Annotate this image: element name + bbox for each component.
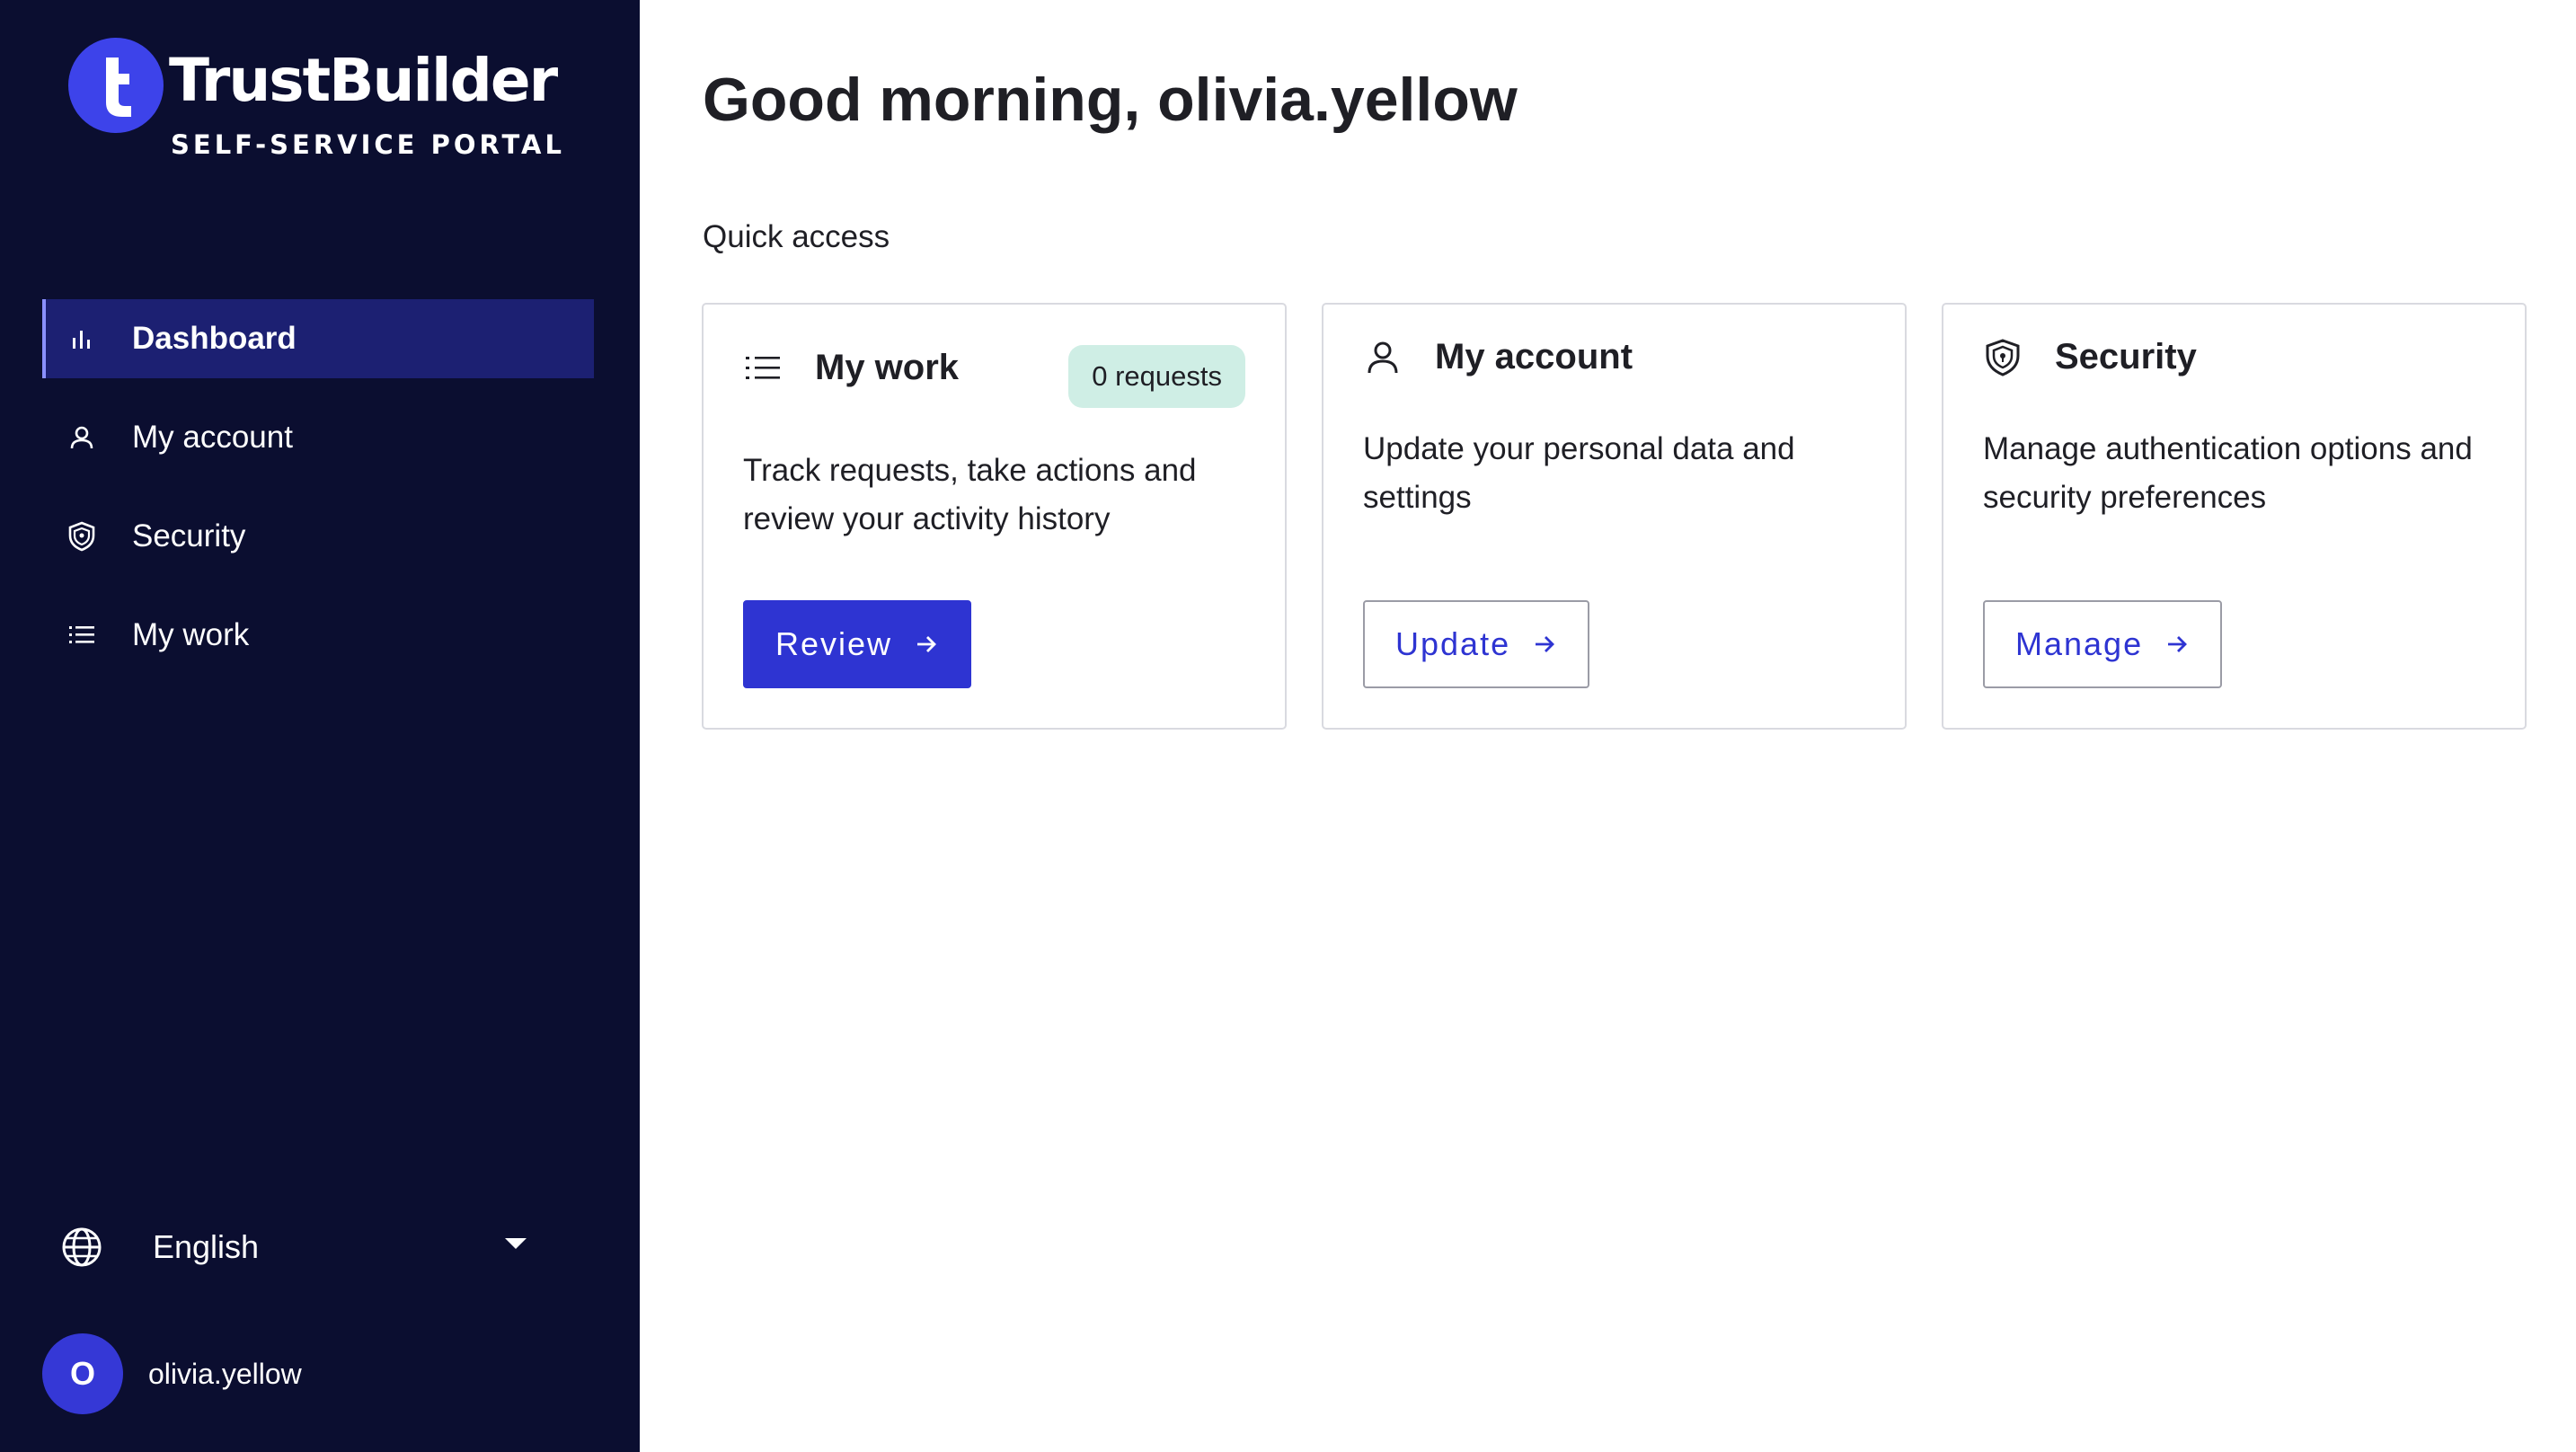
manage-button[interactable]: Manage <box>1983 600 2223 688</box>
language-select[interactable]: English <box>59 1220 527 1274</box>
card-title: My account <box>1435 337 1633 376</box>
brand-logo[interactable]: TrustBuilder SELF-SERVICE PORTAL <box>68 36 571 171</box>
language-value: English <box>153 1228 260 1265</box>
brand-name: TrustBuilder <box>169 46 558 115</box>
card-my-work: My work 0 requests Track requests, take … <box>702 303 1287 730</box>
sidebar-item-my-account[interactable]: My account <box>42 398 594 477</box>
globe-icon <box>59 1225 104 1270</box>
sidebar-item-my-work[interactable]: My work <box>42 596 594 675</box>
chevron-down-icon[interactable] <box>505 1238 527 1249</box>
avatar[interactable]: O <box>42 1333 123 1414</box>
card-description: Update your personal data and settings <box>1363 431 1795 515</box>
arrow-right-icon <box>914 632 939 657</box>
arrow-right-icon <box>2164 632 2190 657</box>
main-content: Good morning, olivia.yellow Quick access… <box>640 0 2576 1452</box>
card-header: Security <box>1983 337 2197 377</box>
sidebar-item-dashboard[interactable]: Dashboard <box>42 299 594 378</box>
shield-icon <box>64 518 100 554</box>
page-title: Good morning, olivia.yellow <box>703 66 1518 134</box>
section-title: Quick access <box>703 219 890 254</box>
card-header: My work <box>743 348 959 388</box>
card-title: Security <box>2055 337 2197 376</box>
trustbuilder-logo-icon <box>68 38 164 133</box>
button-label: Manage <box>2015 625 2144 662</box>
button-label: Update <box>1395 625 1511 662</box>
user-profile[interactable]: O olivia.yellow <box>42 1333 302 1414</box>
bar-chart-icon <box>64 321 100 357</box>
card-description: Manage authentication options and securi… <box>1983 431 2473 515</box>
sidebar-nav: Dashboard My account Security My work <box>42 299 594 695</box>
button-label: Review <box>775 625 893 662</box>
sidebar-item-security[interactable]: Security <box>42 497 594 576</box>
sidebar: TrustBuilder SELF-SERVICE PORTAL Dashboa… <box>0 0 640 1452</box>
user-name: olivia.yellow <box>148 1357 302 1390</box>
review-button[interactable]: Review <box>743 600 972 688</box>
user-icon <box>64 420 100 456</box>
sidebar-item-label: Security <box>132 518 246 553</box>
card-header: My account <box>1363 337 1633 377</box>
card-my-account: My account Update your personal data and… <box>1322 303 1907 730</box>
update-button[interactable]: Update <box>1363 600 1590 688</box>
card-title: My work <box>815 348 960 387</box>
card-security: Security Manage authentication options a… <box>1942 303 2527 730</box>
sidebar-item-label: My work <box>132 617 250 652</box>
list-icon <box>743 349 783 388</box>
sidebar-item-label: My account <box>132 420 293 455</box>
sidebar-item-label: Dashboard <box>132 321 297 356</box>
card-description: Track requests, take actions and review … <box>743 453 1197 536</box>
shield-icon <box>1983 338 2023 377</box>
brand-subtitle: SELF-SERVICE PORTAL <box>171 129 565 160</box>
list-icon <box>64 617 100 653</box>
user-icon <box>1363 338 1403 377</box>
arrow-right-icon <box>1532 632 1557 657</box>
status-badge: 0 requests <box>1068 345 1245 408</box>
